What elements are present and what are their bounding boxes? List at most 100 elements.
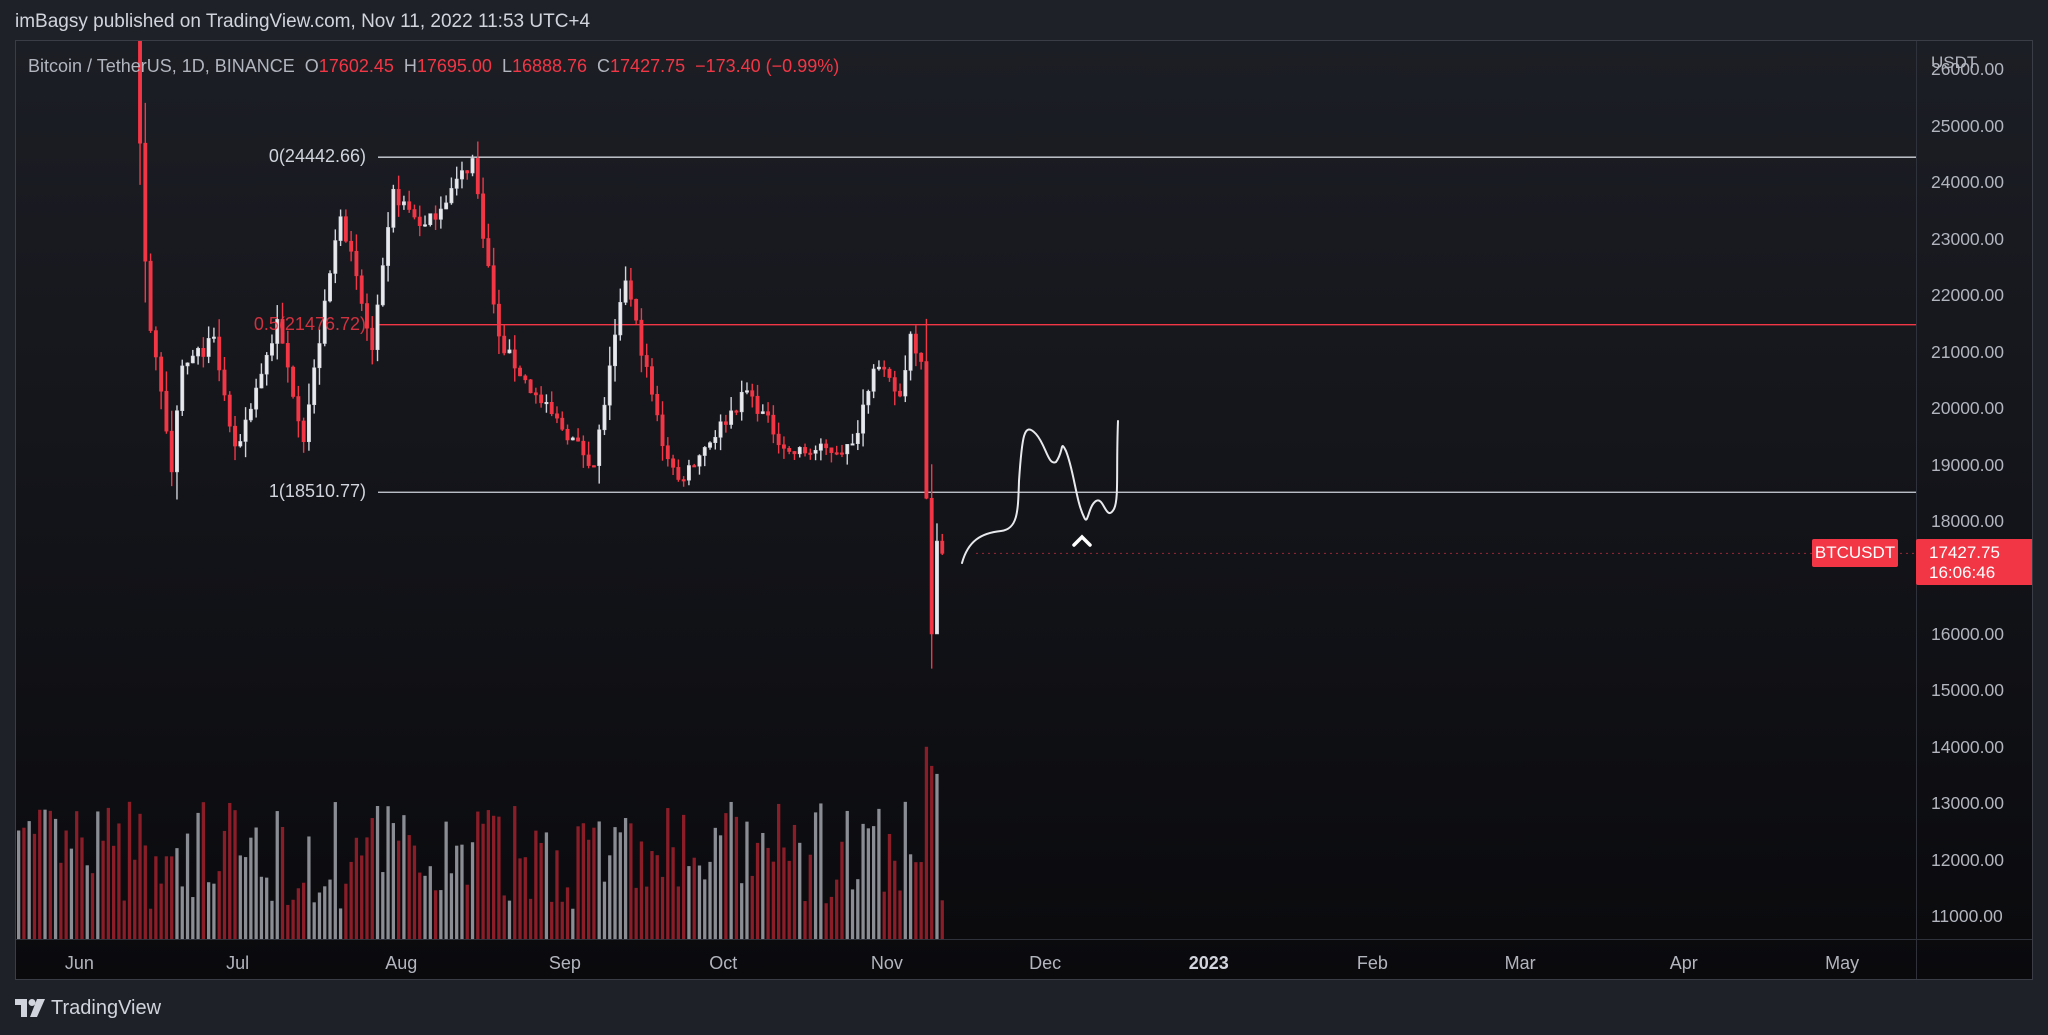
volume-bar xyxy=(761,832,765,939)
volume-bar xyxy=(133,859,137,939)
candle-body xyxy=(518,367,522,377)
price-axis-tick: 22000.00 xyxy=(1931,285,2004,306)
candle-body xyxy=(375,304,380,350)
volume-bar xyxy=(755,842,760,939)
candle-body xyxy=(607,365,612,406)
candle-body xyxy=(739,391,744,413)
volume-bar xyxy=(233,810,237,939)
price-chart-svg[interactable] xyxy=(16,41,2033,980)
volume-bar xyxy=(275,811,279,939)
volume-bar xyxy=(296,888,300,939)
fib-level-0.5-label: 0.5(21476.72) xyxy=(253,313,366,334)
volume-bar xyxy=(824,903,828,939)
candle-body xyxy=(254,387,259,410)
candle-body xyxy=(639,319,644,356)
price-axis-divider xyxy=(1916,41,1917,979)
time-axis-tick: Apr xyxy=(1669,953,1698,973)
candle-body xyxy=(771,414,776,435)
volume-bar xyxy=(138,813,142,939)
volume-bar xyxy=(312,902,316,939)
volume-bar xyxy=(217,871,221,939)
candle-body xyxy=(285,343,290,368)
candle-body xyxy=(591,465,596,468)
volume-bar xyxy=(507,900,512,939)
candle-body xyxy=(264,354,269,375)
volume-bar xyxy=(550,901,554,939)
volume-bar xyxy=(27,821,31,939)
volume-bar xyxy=(259,876,264,939)
volume-bar xyxy=(328,879,332,939)
candle-body xyxy=(898,390,902,397)
volume-bar xyxy=(555,850,559,939)
volume-bar xyxy=(829,896,834,939)
candle-body xyxy=(312,367,317,406)
candle-body xyxy=(665,445,670,460)
volume-bar xyxy=(291,899,295,939)
candle-body xyxy=(650,366,654,395)
candle-body xyxy=(555,413,559,419)
volume-bar xyxy=(444,821,448,939)
volume-bar xyxy=(265,877,269,939)
volume-bar xyxy=(465,884,469,939)
candle-body xyxy=(143,142,148,262)
candle-body xyxy=(866,391,871,406)
volume-bar xyxy=(787,860,791,939)
candle-body xyxy=(481,193,486,239)
candle-body xyxy=(380,265,385,306)
chart-area[interactable]: Bitcoin / TetherUS, 1D, BINANCE O17602.45… xyxy=(15,40,2033,980)
candle-body xyxy=(697,455,702,467)
candle-body xyxy=(227,394,232,427)
candle-body xyxy=(628,280,633,300)
volume-bar xyxy=(117,823,121,939)
volume-bar xyxy=(32,833,37,939)
volume-bar xyxy=(866,828,870,939)
volume-bar xyxy=(53,818,58,939)
legend-high-value: 17695.00 xyxy=(416,56,492,76)
candle-body xyxy=(470,158,475,174)
volume-bar xyxy=(660,876,665,939)
candle-body xyxy=(560,417,565,430)
candle-body xyxy=(729,410,734,425)
volume-bar xyxy=(85,865,89,939)
volume-bar xyxy=(618,832,622,939)
price-axis-tick: 15000.00 xyxy=(1931,680,2004,701)
volume-bar xyxy=(634,887,638,939)
candle-body xyxy=(813,449,818,454)
candle-body xyxy=(681,479,686,482)
candle-body xyxy=(391,188,396,228)
volume-bar xyxy=(196,812,200,939)
candle-body xyxy=(840,452,844,455)
tradingview-logo[interactable]: TradingView xyxy=(15,996,161,1020)
candle-body xyxy=(549,402,554,415)
candle-body xyxy=(613,334,617,367)
volume-bar xyxy=(17,830,21,939)
volume-bar xyxy=(365,837,369,939)
candle-body xyxy=(296,396,301,422)
volume-bar xyxy=(407,835,411,939)
candle-body xyxy=(496,303,501,337)
candle-body xyxy=(929,497,934,635)
candle-body xyxy=(644,355,649,367)
candle-body xyxy=(671,458,676,468)
legend-low-label: L xyxy=(501,56,512,76)
volume-bar xyxy=(243,857,248,939)
candle-body xyxy=(887,368,892,378)
volume-bar xyxy=(676,886,680,939)
volume-bar xyxy=(766,847,770,939)
volume-bar xyxy=(908,854,913,939)
candle-body xyxy=(454,178,459,189)
volume-bar xyxy=(180,886,184,939)
candle-body xyxy=(328,273,332,302)
volume-bar xyxy=(703,879,707,939)
candle-body xyxy=(507,349,512,354)
candle-body xyxy=(544,402,549,405)
volume-bar xyxy=(428,866,432,939)
candle-body xyxy=(338,216,343,241)
price-axis-tick: 26000.00 xyxy=(1931,59,2004,80)
candle-body xyxy=(370,327,375,350)
candle-body xyxy=(444,202,449,210)
volume-bar xyxy=(692,857,696,939)
candle-body xyxy=(206,338,211,357)
volume-bar xyxy=(613,827,617,939)
candle-body xyxy=(760,411,765,414)
